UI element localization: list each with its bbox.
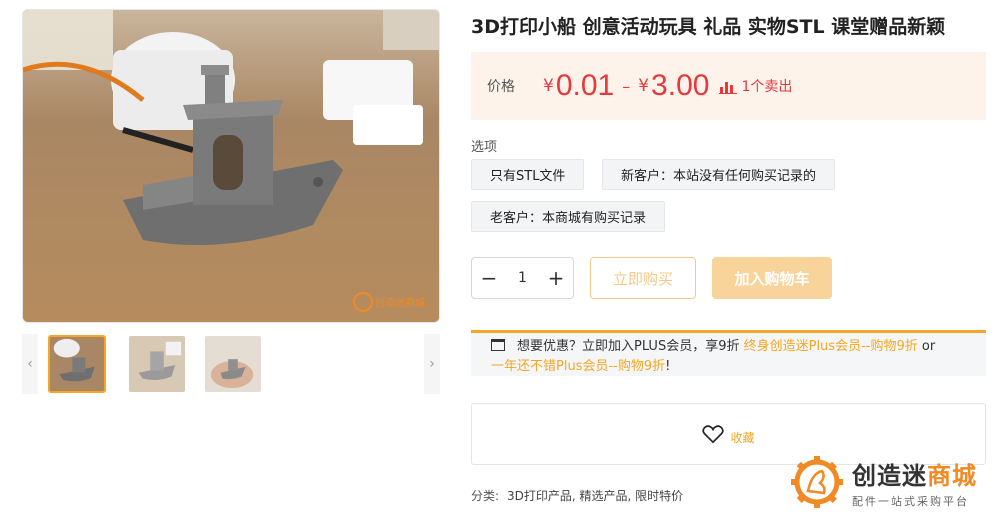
plus-lifetime-link[interactable]: 终身创造迷Plus会员--购物9折 — [744, 339, 918, 354]
product-title: 3D打印小船 创意活动玩具 礼品 实物STL 课堂赠品新颖 — [471, 16, 946, 38]
quantity-stepper: − 1 + — [471, 257, 574, 299]
plus-promo-banner: 想要优惠？立即加入PLUS会员，享9折 终身创造迷Plus会员--购物9折 or… — [471, 330, 986, 376]
thumbnail-strip: ‹ › — [22, 334, 440, 394]
category-label: 分类: — [471, 489, 500, 503]
buy-now-button[interactable]: 立即购买 — [590, 257, 696, 299]
svg-text:创造迷商城: 创造迷商城 — [375, 296, 425, 309]
logo-name: 创造迷商城 — [852, 461, 977, 490]
thumbnail-2[interactable] — [128, 335, 186, 393]
main-product-image[interactable]: 创造迷商城 — [22, 9, 440, 323]
plus-yearly-link[interactable]: 一年还不错Plus会员--购物9折 — [491, 359, 665, 374]
favorite-label: 收藏 — [730, 430, 755, 445]
sold-count: 1个卖出 — [719, 76, 792, 96]
category-value[interactable]: 3D打印产品, 精选产品, 限时特价 — [507, 489, 683, 503]
add-to-cart-button[interactable]: 加入购物车 — [712, 257, 832, 299]
plus-or-text: or — [917, 339, 936, 354]
price-label: 价格 — [487, 79, 515, 95]
options-label: 选项 — [471, 140, 498, 155]
bar-chart-icon — [719, 82, 738, 94]
category-line: 分类: 3D打印产品, 精选产品, 限时特价 — [471, 487, 683, 504]
heart-icon — [702, 425, 725, 444]
currency-symbol: ¥ — [638, 76, 650, 96]
thumbnail-1[interactable] — [48, 335, 106, 393]
price-max: 3.00 — [651, 69, 710, 102]
thumb-prev-button[interactable]: ‹ — [22, 334, 38, 394]
benchy-boat-photo: 创造迷商城 — [23, 10, 439, 322]
price-min: 0.01 — [555, 69, 615, 102]
currency-symbol: ¥ — [543, 76, 554, 96]
price-box: 价格 ¥ 0.01 – ¥ 3.00 1个卖出 — [471, 52, 986, 120]
option-returning-customer[interactable]: 老客户：本商城有购买记录 — [471, 201, 666, 232]
option-new-customer[interactable]: 新客户：本站没有任何购买记录的 — [602, 159, 836, 190]
site-logo: 创造迷商城 配件一站式采购平台 — [790, 454, 990, 510]
plus-promo-text: 想要优惠？立即加入PLUS会员，享9折 — [517, 339, 744, 354]
calendar-icon — [491, 339, 505, 351]
option-stl-only[interactable]: 只有STL文件 — [471, 159, 585, 190]
plus-end-text: ! — [665, 359, 671, 374]
price-separator: – — [622, 76, 631, 96]
gear-logo-icon — [791, 456, 843, 508]
sold-text: 1个卖出 — [741, 79, 793, 95]
thumbnail-3[interactable] — [204, 335, 262, 393]
thumb-next-button[interactable]: › — [424, 334, 440, 394]
logo-tagline: 配件一站式采购平台 — [852, 494, 969, 508]
quantity-plus-button[interactable]: + — [539, 258, 573, 298]
quantity-input[interactable]: 1 — [506, 270, 539, 286]
quantity-minus-button[interactable]: − — [472, 258, 506, 298]
